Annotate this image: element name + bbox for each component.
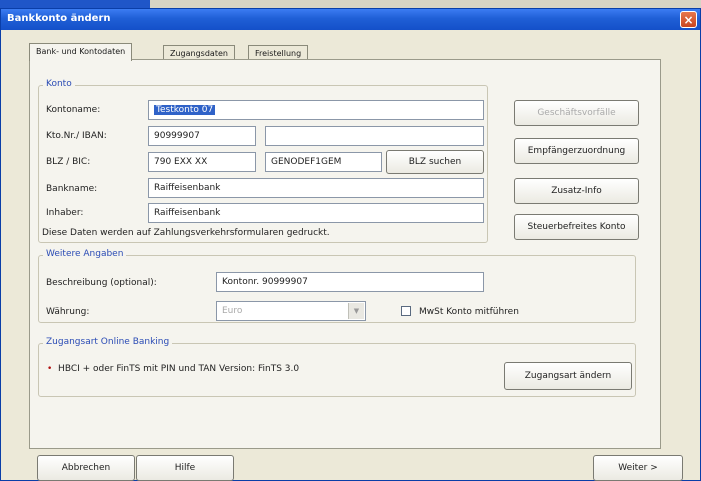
tab-panel: Konto Kontoname: Testkonto 07 Kto.Nr./ I… (29, 59, 661, 449)
blz-field[interactable]: 790 EXX XX (148, 152, 256, 172)
title-bar[interactable]: Bankkonto ändern × (1, 9, 700, 30)
waehrung-value: Euro (222, 306, 243, 316)
geschaeftsvorfaelle-button[interactable]: Geschäftsvorfälle (514, 100, 639, 126)
background-active-item (0, 0, 150, 8)
weitere-angaben-legend: Weitere Angaben (43, 249, 127, 259)
inhaber-label: Inhaber: (46, 208, 84, 218)
hilfe-button[interactable]: Hilfe (136, 455, 234, 481)
zusatz-info-button[interactable]: Zusatz-Info (514, 178, 639, 204)
beschreibung-label: Beschreibung (optional): (46, 278, 157, 288)
chevron-down-icon[interactable]: ▼ (348, 303, 364, 319)
inhaber-field[interactable]: Raiffeisenbank (148, 203, 484, 223)
beschreibung-field[interactable]: Kontonr. 90999907 (216, 272, 484, 292)
print-note: Diese Daten werden auf Zahlungsverkehrsf… (42, 228, 330, 238)
bullet-icon: • (47, 364, 53, 374)
background-taskbar-strip (0, 0, 701, 8)
steuerbefreites-konto-button[interactable]: Steuerbefreites Konto (514, 214, 639, 240)
zugangsart-text: HBCI + oder FinTS mit PIN und TAN Versio… (58, 364, 300, 374)
ktonr-label: Kto.Nr./ IBAN: (46, 131, 107, 141)
abbrechen-button[interactable]: Abbrechen (37, 455, 135, 481)
bic-field[interactable]: GENODEF1GEM (265, 152, 382, 172)
window-title: Bankkonto ändern (7, 13, 111, 24)
weiter-button[interactable]: Weiter > (593, 455, 683, 481)
ktonr-field[interactable]: 90999907 (148, 126, 256, 146)
zugangsart-legend: Zugangsart Online Banking (43, 337, 173, 347)
close-button[interactable]: × (680, 11, 697, 28)
blz-label: BLZ / BIC: (46, 157, 91, 167)
empfaengerzuordnung-button[interactable]: Empfängerzuordnung (514, 138, 639, 164)
iban-field[interactable] (265, 126, 484, 146)
mwst-checkbox[interactable] (401, 306, 411, 316)
kontoname-label: Kontoname: (46, 105, 101, 115)
bankname-label: Bankname: (46, 184, 98, 194)
dialog-window: Bankkonto ändern × Bank- und Kontodaten … (0, 8, 701, 481)
mwst-label: MwSt Konto mitführen (419, 307, 519, 317)
kontoname-field[interactable]: Testkonto 07 (148, 100, 484, 120)
konto-legend: Konto (43, 79, 75, 89)
tab-bank-und-kontodaten[interactable]: Bank- und Kontodaten (29, 43, 133, 61)
bankname-field[interactable]: Raiffeisenbank (148, 178, 484, 198)
waehrung-label: Währung: (46, 307, 90, 317)
zugangsart-info: • HBCI + oder FinTS mit PIN und TAN Vers… (47, 364, 299, 374)
zugangsart-aendern-button[interactable]: Zugangsart ändern (504, 362, 632, 390)
waehrung-select[interactable]: Euro ▼ (216, 301, 366, 321)
blz-search-button[interactable]: BLZ suchen (386, 150, 484, 174)
